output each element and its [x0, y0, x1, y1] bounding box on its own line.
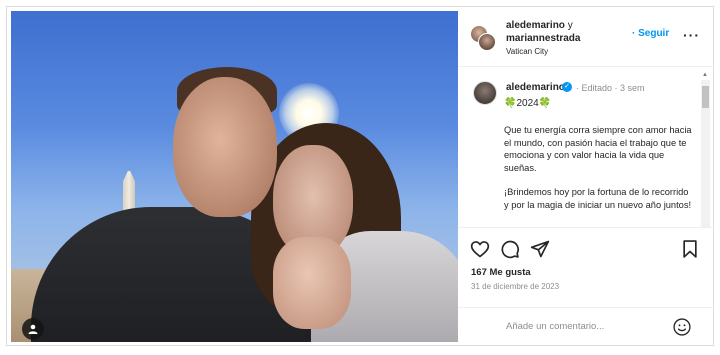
more-options-icon[interactable]: ··· [683, 27, 700, 43]
caption-username[interactable]: aledemarino [506, 82, 565, 93]
post-container: aledemarino y mariannestrada Vatican Cit… [6, 6, 714, 346]
emoji-smile-icon[interactable] [672, 317, 692, 337]
collab-usernames[interactable]: aledemarino y mariannestrada [506, 19, 580, 45]
verified-badge-icon: ✓ [562, 82, 572, 92]
comment-bubble-icon[interactable] [500, 239, 520, 259]
caption-meta: · Editado · 3 sem [576, 83, 645, 93]
like-heart-icon[interactable] [470, 239, 490, 259]
hands-with-ring [273, 237, 351, 329]
action-bar [458, 233, 714, 263]
bookmark-icon[interactable] [680, 239, 700, 259]
comment-bar: Añade un comentario... [458, 307, 714, 345]
location-link[interactable]: Vatican City [506, 47, 548, 56]
like-count[interactable]: 167 Me gusta [471, 267, 531, 278]
caption-text: Que tu energía corra siempre con amor ha… [504, 124, 694, 223]
post-sidebar: aledemarino y mariannestrada Vatican Cit… [458, 7, 714, 345]
scrollbar-thumb[interactable] [702, 86, 709, 108]
man-face [173, 77, 277, 217]
comment-input[interactable]: Añade un comentario... [506, 321, 604, 332]
post-date: 31 de diciembre de 2023 [471, 282, 560, 291]
scroll-up-arrow-icon[interactable]: ▲ [702, 72, 708, 78]
caption-paragraph: ¡Brindemos hoy por la fortuna de lo reco… [504, 187, 692, 210]
username-link[interactable]: aledemarino [506, 20, 565, 31]
collab-avatars[interactable] [470, 25, 498, 53]
post-header: aledemarino y mariannestrada Vatican Cit… [458, 7, 714, 67]
caption-paragraph: Que tu energía corra siempre con amor ha… [504, 125, 692, 173]
user-tag-icon[interactable] [22, 318, 44, 340]
avatar [478, 33, 496, 51]
caption-section: aledemarino ✓ · Editado · 3 sem 🍀2024🍀 Q… [458, 68, 714, 228]
avatar[interactable] [473, 81, 497, 105]
caption-emoji-line: 🍀2024🍀 [504, 98, 552, 109]
share-send-icon[interactable] [530, 239, 550, 259]
follow-button[interactable]: · Seguir [632, 28, 669, 39]
post-photo[interactable] [11, 11, 458, 342]
joiner-text: y [567, 20, 573, 31]
username-link[interactable]: mariannestrada [506, 33, 580, 44]
